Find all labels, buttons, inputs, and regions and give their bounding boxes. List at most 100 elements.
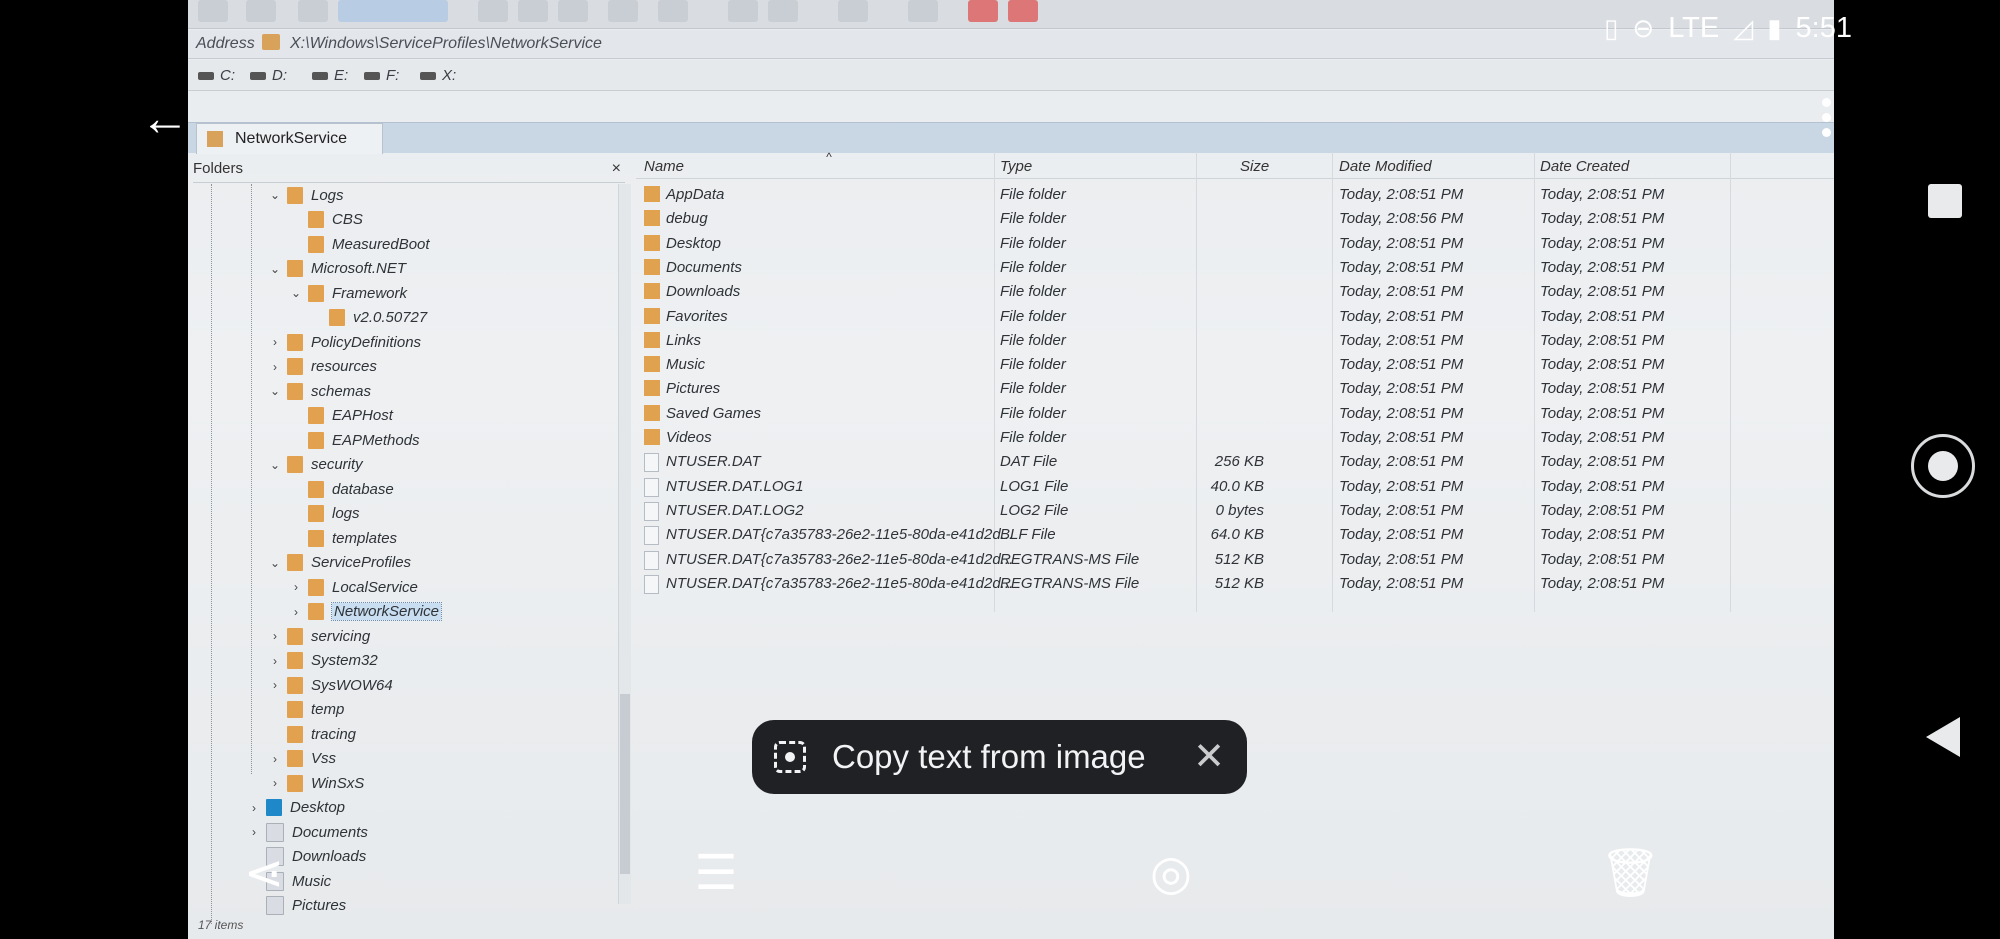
chevron-right-icon[interactable]: › (269, 776, 281, 790)
file-row[interactable]: NTUSER.DAT.LOG1 LOG1 File 40.0 KB Today, 2:… (636, 474, 1834, 499)
tree-item[interactable]: › servicing (269, 625, 370, 647)
edit-adjust-icon[interactable]: ☰ (690, 850, 742, 898)
tree-item[interactable]: CBS (290, 209, 363, 231)
tree-item[interactable]: › NetworkService (290, 601, 443, 623)
folders-button[interactable] (338, 0, 448, 22)
folder-tool-icon[interactable] (768, 0, 798, 22)
drive-d[interactable]: D: (250, 67, 287, 84)
share-icon[interactable]: ⋖ (238, 850, 290, 898)
view-icon[interactable] (908, 0, 938, 22)
column-date-created[interactable]: Date Created (1540, 158, 1629, 175)
drive-x[interactable]: X: (420, 67, 456, 84)
tree-scrollbar[interactable] (618, 184, 631, 904)
tree-item[interactable]: › WinSxS (269, 772, 364, 794)
chevron-right-icon[interactable]: › (269, 360, 281, 374)
tree-item[interactable]: › LocalService (290, 576, 418, 598)
tree-item[interactable]: templates (290, 527, 397, 549)
tree-item[interactable]: › Desktop (248, 797, 345, 819)
tree-item[interactable]: › System32 (269, 650, 378, 672)
home-icon[interactable] (1911, 434, 1975, 498)
chevron-right-icon[interactable]: › (269, 335, 281, 349)
tree-item[interactable]: EAPMethods (290, 429, 420, 451)
column-name[interactable]: Name (644, 158, 684, 175)
up-folder-icon[interactable] (298, 0, 328, 22)
chevron-right-icon[interactable]: › (248, 825, 260, 839)
recents-icon[interactable] (1928, 184, 1962, 218)
chevron-right-icon[interactable]: › (269, 752, 281, 766)
tree-item[interactable]: › PolicyDefinitions (269, 331, 421, 353)
star-icon[interactable] (968, 0, 998, 22)
chevron-right-icon[interactable]: › (290, 605, 302, 619)
folder-tool-icon[interactable] (728, 0, 758, 22)
file-row[interactable]: Music File folder Today, 2:08:51 PM Today, … (636, 352, 1834, 377)
column-size[interactable]: Size (1240, 158, 1269, 175)
chevron-down-icon[interactable]: ⌄ (269, 262, 281, 276)
tree-item[interactable]: › Vss (269, 748, 336, 770)
delete-icon[interactable] (608, 0, 638, 22)
tree-item[interactable]: database (290, 478, 394, 500)
file-row[interactable]: NTUSER.DAT{c7a35783-26e2-11e5-80da-e41d2… (636, 522, 1834, 547)
more-options-icon[interactable] (1822, 98, 1832, 142)
tree-item[interactable]: EAPHost (290, 405, 393, 427)
tree-item[interactable]: ⌄ Microsoft.NET (269, 258, 406, 280)
file-row[interactable]: NTUSER.DAT DAT File 256 KB Today, 2:08:51 P… (636, 449, 1834, 474)
chevron-down-icon[interactable]: ⌄ (269, 188, 281, 202)
file-row[interactable]: Saved Games File folder Today, 2:08:51 PM T… (636, 401, 1834, 426)
file-row[interactable]: debug File folder Today, 2:08:56 PM Today, … (636, 206, 1834, 231)
paste-icon[interactable] (558, 0, 588, 22)
file-row[interactable]: AppData File folder Today, 2:08:51 PM Today… (636, 182, 1834, 207)
chevron-right-icon[interactable]: › (290, 580, 302, 594)
chevron-right-icon[interactable]: › (248, 801, 260, 815)
chevron-down-icon[interactable]: ⌄ (269, 458, 281, 472)
tree-item[interactable]: tracing (269, 723, 356, 745)
lens-icon[interactable]: ◎ (1145, 850, 1197, 898)
chevron-down-icon[interactable]: ⌄ (290, 286, 302, 300)
tree-item[interactable]: v2.0.50727 (311, 307, 427, 329)
star-icon[interactable] (1008, 0, 1038, 22)
tree-item[interactable]: logs (290, 503, 360, 525)
tree-item[interactable]: › Documents (248, 821, 368, 843)
drive-e[interactable]: E: (312, 67, 348, 84)
drive-c[interactable]: C: (198, 67, 235, 84)
forward-icon[interactable] (246, 0, 276, 22)
chevron-right-icon[interactable]: › (269, 678, 281, 692)
scroll-thumb[interactable] (620, 694, 630, 874)
chevron-down-icon[interactable]: ⌄ (269, 384, 281, 398)
file-row[interactable]: Documents File folder Today, 2:08:51 PM Tod… (636, 255, 1834, 280)
view-icon[interactable] (838, 0, 868, 22)
tab-networkservice[interactable]: NetworkService (196, 123, 383, 154)
chevron-right-icon[interactable]: › (269, 654, 281, 668)
file-row[interactable]: NTUSER.DAT{c7a35783-26e2-11e5-80da-e41d2… (636, 571, 1834, 596)
file-row[interactable]: Pictures File folder Today, 2:08:51 PM Toda… (636, 376, 1834, 401)
cut-icon[interactable] (478, 0, 508, 22)
tree-item[interactable]: ⌄ Framework (290, 282, 407, 304)
chevron-down-icon[interactable]: ⌄ (269, 556, 281, 570)
tree-item[interactable]: › resources (269, 356, 377, 378)
column-date-modified[interactable]: Date Modified (1339, 158, 1432, 175)
copy-text-chip[interactable]: Copy text from image ✕ (752, 720, 1247, 794)
file-row[interactable]: Links File folder Today, 2:08:51 PM Today, … (636, 328, 1834, 353)
file-row[interactable]: NTUSER.DAT.LOG2 LOG2 File 0 bytes Today, 2:… (636, 498, 1834, 523)
column-type[interactable]: Type (1000, 158, 1032, 175)
tree-item[interactable]: ⌄ security (269, 454, 363, 476)
tree-item[interactable]: ⌄ schemas (269, 380, 371, 402)
file-row[interactable]: Videos File folder Today, 2:08:51 PM Today,… (636, 425, 1834, 450)
address-input[interactable]: X:\Windows\ServiceProfiles\NetworkServic… (258, 33, 1658, 54)
delete-icon[interactable]: 🗑 (1600, 850, 1661, 898)
tree-item[interactable]: ⌄ Logs (269, 184, 344, 206)
tree-item[interactable]: temp (269, 699, 344, 721)
tree-item[interactable]: MeasuredBoot (290, 233, 430, 255)
file-row[interactable]: Downloads File folder Today, 2:08:51 PM Tod… (636, 279, 1834, 304)
copy-icon[interactable] (518, 0, 548, 22)
file-row[interactable]: Favorites File folder Today, 2:08:51 PM Tod… (636, 304, 1834, 329)
nav-back-icon[interactable] (1926, 717, 1960, 757)
properties-icon[interactable] (658, 0, 688, 22)
back-arrow-icon[interactable]: ← (140, 93, 190, 143)
file-row[interactable]: NTUSER.DAT{c7a35783-26e2-11e5-80da-e41d2… (636, 547, 1834, 572)
tree-item[interactable]: ⌄ ServiceProfiles (269, 552, 411, 574)
tree-item[interactable]: › SysWOW64 (269, 674, 393, 696)
close-icon[interactable]: ✕ (1193, 734, 1225, 779)
back-icon[interactable] (198, 0, 228, 22)
drive-f[interactable]: F: (364, 67, 399, 84)
chevron-right-icon[interactable]: › (269, 629, 281, 643)
